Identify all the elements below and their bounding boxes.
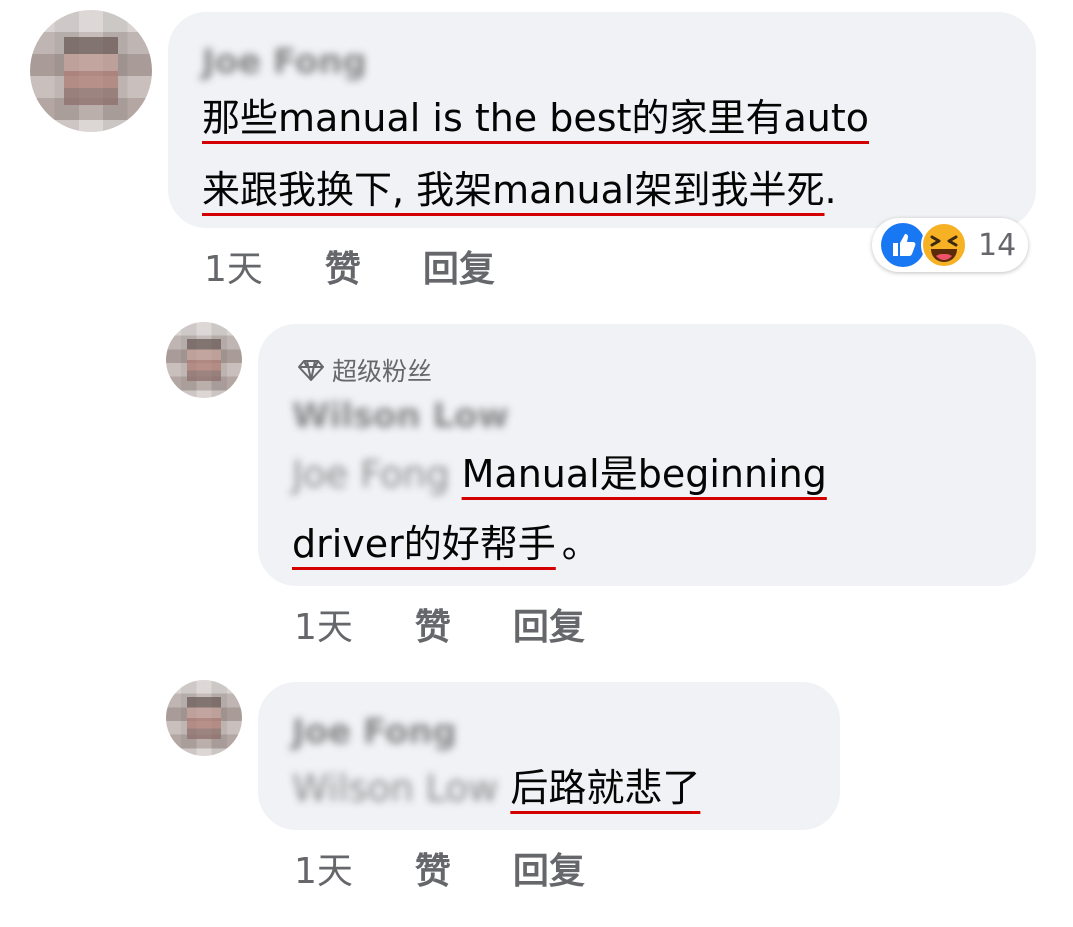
- comment-actions: 1天 赞 回复: [204, 240, 495, 292]
- comment-text-line: driver的好帮手。: [292, 510, 600, 578]
- like-button[interactable]: 赞: [325, 240, 361, 292]
- top-fan-badge: 超级粉丝: [298, 352, 432, 388]
- mention-link[interactable]: Joe Fong: [292, 441, 450, 509]
- reaction-summary[interactable]: 14: [872, 218, 1029, 272]
- comment-timestamp[interactable]: 1天: [294, 598, 353, 650]
- like-button[interactable]: 赞: [415, 598, 451, 650]
- comment-timestamp[interactable]: 1天: [204, 240, 263, 292]
- avatar[interactable]: [30, 10, 152, 132]
- haha-reaction-icon: [921, 222, 967, 268]
- comment-text-line: Wilson Low 后路就悲了: [292, 754, 700, 823]
- comment-actions: 1天 赞 回复: [294, 598, 585, 650]
- comment-timestamp[interactable]: 1天: [294, 842, 353, 894]
- comment-text-end: 。: [561, 522, 600, 566]
- comment-bubble: Joe Fong 那些manual is the best的家里有auto 来跟…: [168, 12, 1036, 228]
- comment-text: 来跟我换下, 我架manual架到我半死: [202, 168, 825, 212]
- avatar[interactable]: [166, 680, 242, 756]
- reply-button[interactable]: 回复: [513, 842, 585, 894]
- comment-text: 那些manual is the best的家里有auto: [202, 96, 869, 140]
- comment-author[interactable]: Joe Fong: [292, 712, 457, 752]
- reply-button[interactable]: 回复: [513, 598, 585, 650]
- reply-button[interactable]: 回复: [423, 240, 495, 292]
- comment-actions: 1天 赞 回复: [294, 842, 585, 894]
- diamond-icon: [298, 360, 324, 381]
- comment-text-line: Joe Fong Manual是beginning: [292, 440, 827, 509]
- comment-text: 后路就悲了: [510, 766, 701, 810]
- comment-author[interactable]: Joe Fong: [202, 42, 367, 82]
- like-button[interactable]: 赞: [415, 842, 451, 894]
- comment-author[interactable]: Wilson Low: [292, 396, 509, 436]
- comment-bubble: 超级粉丝 Wilson Low Joe Fong Manual是beginning…: [258, 324, 1036, 586]
- reaction-count: 14: [978, 227, 1017, 263]
- comment-text-line: 来跟我换下, 我架manual架到我半死.: [202, 156, 837, 224]
- comment-bubble: Joe Fong Wilson Low 后路就悲了: [258, 682, 840, 830]
- comment-text-end: .: [824, 168, 837, 212]
- badge-label: 超级粉丝: [332, 357, 433, 386]
- mention-link[interactable]: Wilson Low: [292, 755, 498, 823]
- avatar[interactable]: [166, 322, 242, 398]
- comment-text: driver的好帮手: [292, 522, 556, 566]
- comment-text-line: 那些manual is the best的家里有auto: [202, 84, 869, 152]
- comment-text: Manual是beginning: [461, 452, 827, 496]
